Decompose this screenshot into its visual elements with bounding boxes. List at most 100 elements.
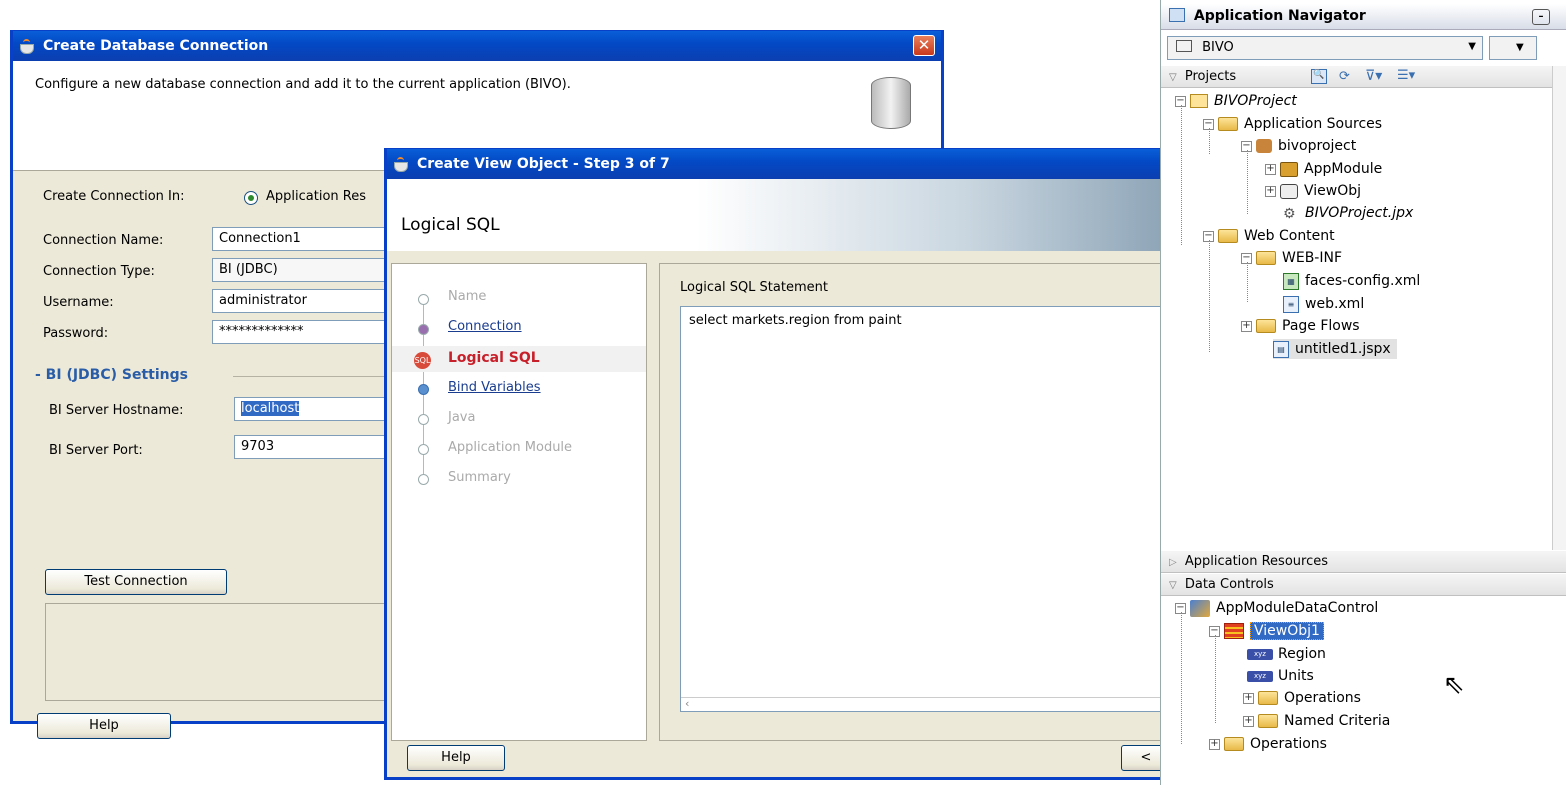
- port-field[interactable]: 9703: [234, 435, 392, 459]
- appmodule-label: AppModule: [1304, 161, 1383, 177]
- operations-label: Operations: [1250, 736, 1327, 752]
- connection-type-select[interactable]: BI (JDBC): [212, 258, 392, 282]
- application-navigator-panel: Application Navigator – BIVO ▼ ▼ ▽ Proje…: [1160, 0, 1566, 785]
- tree-line: [1209, 128, 1210, 154]
- tree-web-inf-node[interactable]: − WEB-INF: [1241, 248, 1342, 268]
- tree-package-node[interactable]: − bivoproject: [1241, 136, 1356, 156]
- tree-region-node[interactable]: xyz Region: [1247, 644, 1326, 664]
- username-label: Username:: [43, 295, 114, 310]
- tree-viewobj1-node[interactable]: − ViewObj1: [1209, 621, 1324, 641]
- attribute-icon: xyz: [1247, 670, 1273, 682]
- step-bind-variables-link[interactable]: Bind Variables: [448, 380, 541, 395]
- vo-help-button[interactable]: Help: [407, 745, 505, 771]
- close-icon[interactable]: ✕: [913, 35, 935, 56]
- port-label: BI Server Port:: [49, 443, 143, 458]
- db-dialog-titlebar[interactable]: Create Database Connection ✕: [13, 31, 941, 61]
- application-resources-radio[interactable]: [244, 191, 258, 205]
- wizard-steps-panel: Name Connection SQL Logical SQL Bind Var…: [391, 263, 647, 741]
- package-icon: [1256, 139, 1272, 153]
- bi-jdbc-settings-title: - BI (JDBC) Settings: [35, 367, 188, 383]
- refresh-icon[interactable]: ⟳: [1339, 69, 1350, 84]
- connection-name-field[interactable]: Connection1: [212, 227, 392, 251]
- tree-inner-operations-node[interactable]: + Operations: [1243, 688, 1361, 708]
- tree-web-xml-node[interactable]: ≡ web.xml: [1283, 294, 1364, 314]
- password-label: Password:: [43, 326, 109, 341]
- tree-faces-config-node[interactable]: ▦ faces-config.xml: [1283, 271, 1420, 291]
- tree-line: [1247, 262, 1248, 302]
- create-in-label: Create Connection In:: [43, 189, 185, 204]
- tree-untitled-node[interactable]: ▤ untitled1.jspx: [1273, 339, 1397, 359]
- step-connection-link[interactable]: Connection: [448, 319, 522, 334]
- username-field[interactable]: administrator: [212, 289, 392, 313]
- web-inf-label: WEB-INF: [1282, 250, 1342, 266]
- app-resources-header[interactable]: ▷ Application Resources: [1161, 551, 1566, 573]
- step-dot: [418, 294, 429, 305]
- connection-name-label: Connection Name:: [43, 233, 164, 248]
- viewobj1-label: ViewObj1: [1250, 622, 1324, 640]
- inner-operations-label: Operations: [1284, 690, 1361, 706]
- sql-panel: Logical SQL Statement select markets.reg…: [659, 263, 1167, 741]
- tree-line: [1209, 240, 1210, 352]
- vo-dialog-titlebar[interactable]: Create View Object - Step 3 of 7: [387, 149, 1161, 179]
- step-dot: [418, 444, 429, 455]
- tree-appmodule-node[interactable]: + AppModule: [1265, 159, 1382, 179]
- faces-config-label: faces-config.xml: [1305, 273, 1421, 289]
- application-resources-label: Application Res: [266, 189, 366, 204]
- data-controls-header[interactable]: ▽ Data Controls: [1161, 574, 1566, 596]
- password-field[interactable]: *************: [212, 320, 392, 344]
- projects-header[interactable]: ▽ Projects 🔍 ⟳ ⊽▾ ☰▾: [1161, 66, 1566, 88]
- jpx-icon: ⚙: [1283, 205, 1296, 222]
- datacontrol-icon: [1190, 599, 1210, 617]
- connection-type-label: Connection Type:: [43, 264, 155, 279]
- units-label: Units: [1278, 668, 1314, 684]
- expand-arrow-icon: ▷: [1169, 557, 1177, 568]
- sql-statement-textarea[interactable]: select markets.region from paint ‹: [680, 306, 1166, 712]
- app-selector-value: BIVO: [1202, 40, 1234, 55]
- navigator-scrollbar[interactable]: [1552, 66, 1566, 550]
- minimize-icon[interactable]: –: [1532, 9, 1550, 25]
- tree-app-sources-node[interactable]: − Application Sources: [1203, 114, 1382, 134]
- web-content-label: Web Content: [1244, 228, 1335, 244]
- app-menu-button[interactable]: ▼: [1489, 36, 1537, 60]
- tree-operations-node[interactable]: + Operations: [1209, 734, 1327, 754]
- tree-line: [1181, 105, 1182, 245]
- filter-icon[interactable]: ⊽▾: [1365, 68, 1382, 84]
- sort-icon[interactable]: ☰▾: [1397, 68, 1415, 83]
- hostname-label: BI Server Hostname:: [49, 403, 184, 418]
- appmodule-icon: [1280, 161, 1298, 177]
- horizontal-scrollbar[interactable]: ‹: [681, 697, 1165, 711]
- tree-page-flows-node[interactable]: + Page Flows: [1241, 316, 1360, 336]
- tree-web-content-node[interactable]: − Web Content: [1203, 226, 1335, 246]
- tree-datacontrol-node[interactable]: − AppModuleDataControl: [1175, 598, 1378, 618]
- test-connection-button[interactable]: Test Connection: [45, 569, 227, 595]
- data-controls-label: Data Controls: [1184, 577, 1274, 592]
- hostname-field[interactable]: localhost: [234, 397, 392, 421]
- collapse-arrow-icon: ▽: [1169, 72, 1177, 83]
- web-xml-label: web.xml: [1305, 296, 1365, 312]
- java-cup-icon: [19, 39, 37, 54]
- chevron-down-icon: ▼: [1468, 41, 1476, 52]
- step-dot: [418, 414, 429, 425]
- tree-project-node[interactable]: − BIVOProject: [1175, 91, 1297, 111]
- app-selector[interactable]: BIVO ▼: [1167, 36, 1483, 60]
- tree-viewobj-node[interactable]: + ViewObj: [1265, 181, 1361, 201]
- step-dot: [418, 474, 429, 485]
- mouse-cursor-icon: ⇖: [1443, 670, 1465, 700]
- tree-jpx-node[interactable]: ⚙ BIVOProject.jpx: [1283, 203, 1413, 223]
- step-dot: [418, 384, 429, 395]
- create-view-object-dialog: Create View Object - Step 3 of 7 Logical…: [384, 148, 1171, 780]
- search-icon[interactable]: 🔍: [1311, 69, 1327, 84]
- db-help-button[interactable]: Help: [37, 713, 171, 739]
- java-cup-icon: [393, 157, 411, 172]
- region-label: Region: [1278, 646, 1326, 662]
- step-summary: Summary: [448, 470, 511, 485]
- sql-statement-label: Logical SQL Statement: [680, 280, 828, 295]
- package-label: bivoproject: [1278, 138, 1357, 154]
- tree-named-criteria-node[interactable]: + Named Criteria: [1243, 711, 1390, 731]
- section-divider: [233, 376, 393, 377]
- tree-units-node[interactable]: xyz Units: [1247, 666, 1314, 686]
- tree-line: [1181, 612, 1182, 744]
- navigator-titlebar: Application Navigator –: [1161, 4, 1566, 30]
- vo-dialog-header: Logical SQL: [387, 179, 1161, 251]
- step-logical-sql: Logical SQL: [448, 350, 540, 366]
